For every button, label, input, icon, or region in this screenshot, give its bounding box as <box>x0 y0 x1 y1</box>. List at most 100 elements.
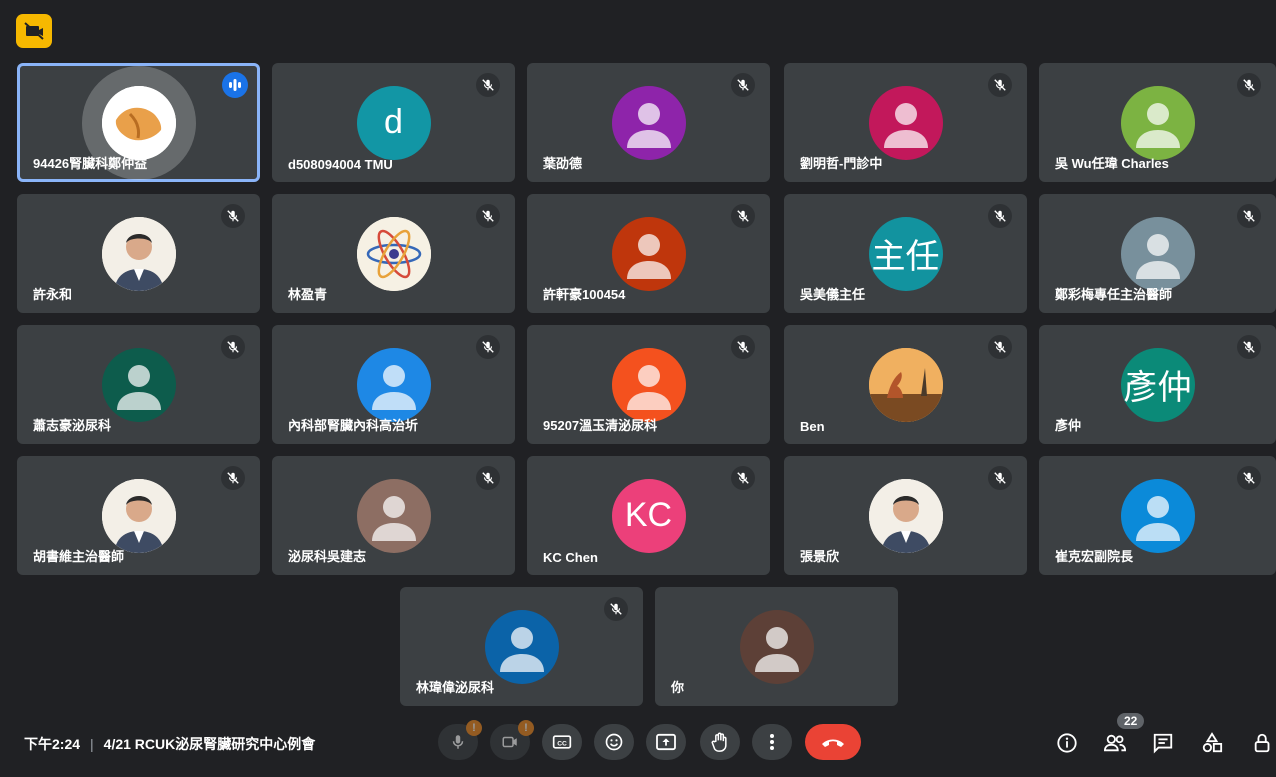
no-video-icon <box>24 22 44 40</box>
participant-tile[interactable]: 許軒豪100454 <box>527 194 770 313</box>
activities-button[interactable] <box>1199 730 1225 756</box>
mic-off-icon <box>452 735 464 749</box>
default-avatar <box>101 347 176 422</box>
initials-avatar: 彥仲 <box>1120 347 1195 422</box>
mic-muted-icon <box>227 472 239 484</box>
mic-muted-icon <box>227 210 239 222</box>
participant-tile[interactable]: 林瑋偉泌尿科 <box>400 587 643 706</box>
people-button[interactable] <box>1102 730 1128 756</box>
muted-indicator <box>1237 204 1261 228</box>
self-tile[interactable]: 你 <box>655 587 898 706</box>
participant-name: 劉明哲-門診中 <box>800 156 883 171</box>
muted-indicator <box>476 466 500 490</box>
participant-tile[interactable]: 劉明哲-門診中 <box>784 63 1027 182</box>
muted-indicator <box>1237 73 1261 97</box>
svg-text:CC: CC <box>557 740 567 747</box>
participant-name: 你 <box>671 680 685 695</box>
participant-tile[interactable]: 主任 吳美儀主任 <box>784 194 1027 313</box>
muted-indicator <box>731 204 755 228</box>
participant-name: Ben <box>800 419 825 434</box>
clock-time: 下午2:24 <box>24 736 81 752</box>
more-options-button[interactable] <box>752 724 792 760</box>
muted-indicator <box>731 466 755 490</box>
person-silhouette-icon <box>754 626 799 672</box>
emoji-button[interactable] <box>594 724 634 760</box>
participant-name: 許永和 <box>33 287 73 302</box>
participant-tile[interactable]: 崔克宏副院長 <box>1039 456 1276 575</box>
muted-indicator <box>988 335 1012 359</box>
participant-tile[interactable]: 林盈青 <box>272 194 515 313</box>
participant-name: 林盈青 <box>288 287 328 302</box>
default-avatar <box>611 85 686 160</box>
default-avatar <box>1120 85 1195 160</box>
muted-indicator <box>476 335 500 359</box>
lock-person-icon <box>1254 733 1270 753</box>
camera-warning-badge: ! <box>518 720 534 736</box>
participant-name: 林瑋偉泌尿科 <box>416 680 495 695</box>
person-silhouette-icon <box>371 364 416 410</box>
muted-indicator <box>731 335 755 359</box>
mic-muted-icon <box>737 341 749 353</box>
present-screen-icon <box>656 733 676 751</box>
participant-name: 95207溫玉清泌尿科 <box>543 418 658 433</box>
camera-button[interactable]: ! <box>490 720 534 760</box>
muted-indicator <box>221 466 245 490</box>
participant-tile[interactable]: d d508094004 TMU <box>272 63 515 182</box>
participant-name: 張景欣 <box>800 549 840 564</box>
participant-tile[interactable]: 張景欣 <box>784 456 1027 575</box>
speaking-icon <box>229 79 241 91</box>
photo-avatar <box>356 216 431 291</box>
mic-muted-icon <box>610 603 622 615</box>
default-avatar <box>611 347 686 422</box>
raise-hand-button[interactable] <box>700 724 740 760</box>
participant-tile[interactable]: 胡書維主治醫師 <box>17 456 260 575</box>
participant-name: 胡書維主治醫師 <box>33 549 125 564</box>
mic-muted-icon <box>994 79 1006 91</box>
participant-tile[interactable]: 彥仲 彥仲 <box>1039 325 1276 444</box>
participant-tile[interactable]: 鄭彩梅專任主治醫師 <box>1039 194 1276 313</box>
captions-button[interactable]: CC <box>542 724 582 760</box>
raise-hand-icon <box>711 732 727 752</box>
participant-tile[interactable]: Ben <box>784 325 1027 444</box>
default-avatar <box>356 478 431 553</box>
person-silhouette-icon <box>1135 102 1180 148</box>
participant-tile[interactable]: 葉劭德 <box>527 63 770 182</box>
photo-avatar <box>868 478 943 553</box>
mic-muted-icon <box>482 210 494 222</box>
participant-name: 內科部腎臟內科高治圻 <box>288 418 419 433</box>
person-silhouette-icon <box>626 364 671 410</box>
participant-tile[interactable]: 94426腎臟科鄭仲益 <box>17 63 260 182</box>
recording-indicator[interactable] <box>16 14 52 48</box>
participant-name: 鄭彩梅專任主治醫師 <box>1055 287 1173 302</box>
participant-name: d508094004 TMU <box>288 157 393 172</box>
participant-tile[interactable]: 內科部腎臟內科高治圻 <box>272 325 515 444</box>
meeting-title: 4/21 RCUK泌尿腎臟研究中心例會 <box>103 736 316 752</box>
person-silhouette-icon <box>371 495 416 541</box>
person-silhouette-icon <box>499 626 544 672</box>
muted-indicator <box>1237 466 1261 490</box>
muted-indicator <box>1237 335 1261 359</box>
end-call-icon <box>822 739 844 747</box>
participant-tile[interactable]: 吳 Wu任瑋 Charles <box>1039 63 1276 182</box>
participant-tile[interactable]: 泌尿科吳建志 <box>272 456 515 575</box>
person-silhouette-icon <box>883 102 928 148</box>
mic-muted-icon <box>737 79 749 91</box>
initials-avatar: d <box>356 85 431 160</box>
initials-avatar: KC <box>611 478 686 553</box>
person-silhouette-icon <box>116 364 161 410</box>
present-button[interactable] <box>646 724 686 760</box>
mic-button[interactable]: ! <box>438 720 482 760</box>
participant-tile[interactable]: 許永和 <box>17 194 260 313</box>
mic-muted-icon <box>482 79 494 91</box>
participant-name: 吳 Wu任瑋 Charles <box>1055 156 1169 171</box>
default-avatar <box>356 347 431 422</box>
meeting-details-button[interactable] <box>1054 730 1080 756</box>
chat-button[interactable] <box>1150 730 1176 756</box>
muted-indicator <box>988 466 1012 490</box>
host-controls-button[interactable] <box>1250 730 1276 756</box>
muted-indicator <box>221 335 245 359</box>
leave-call-button[interactable] <box>805 724 861 760</box>
participant-tile[interactable]: 95207溫玉清泌尿科 <box>527 325 770 444</box>
participant-tile[interactable]: KC KC Chen <box>527 456 770 575</box>
participant-tile[interactable]: 蕭志豪泌尿科 <box>17 325 260 444</box>
